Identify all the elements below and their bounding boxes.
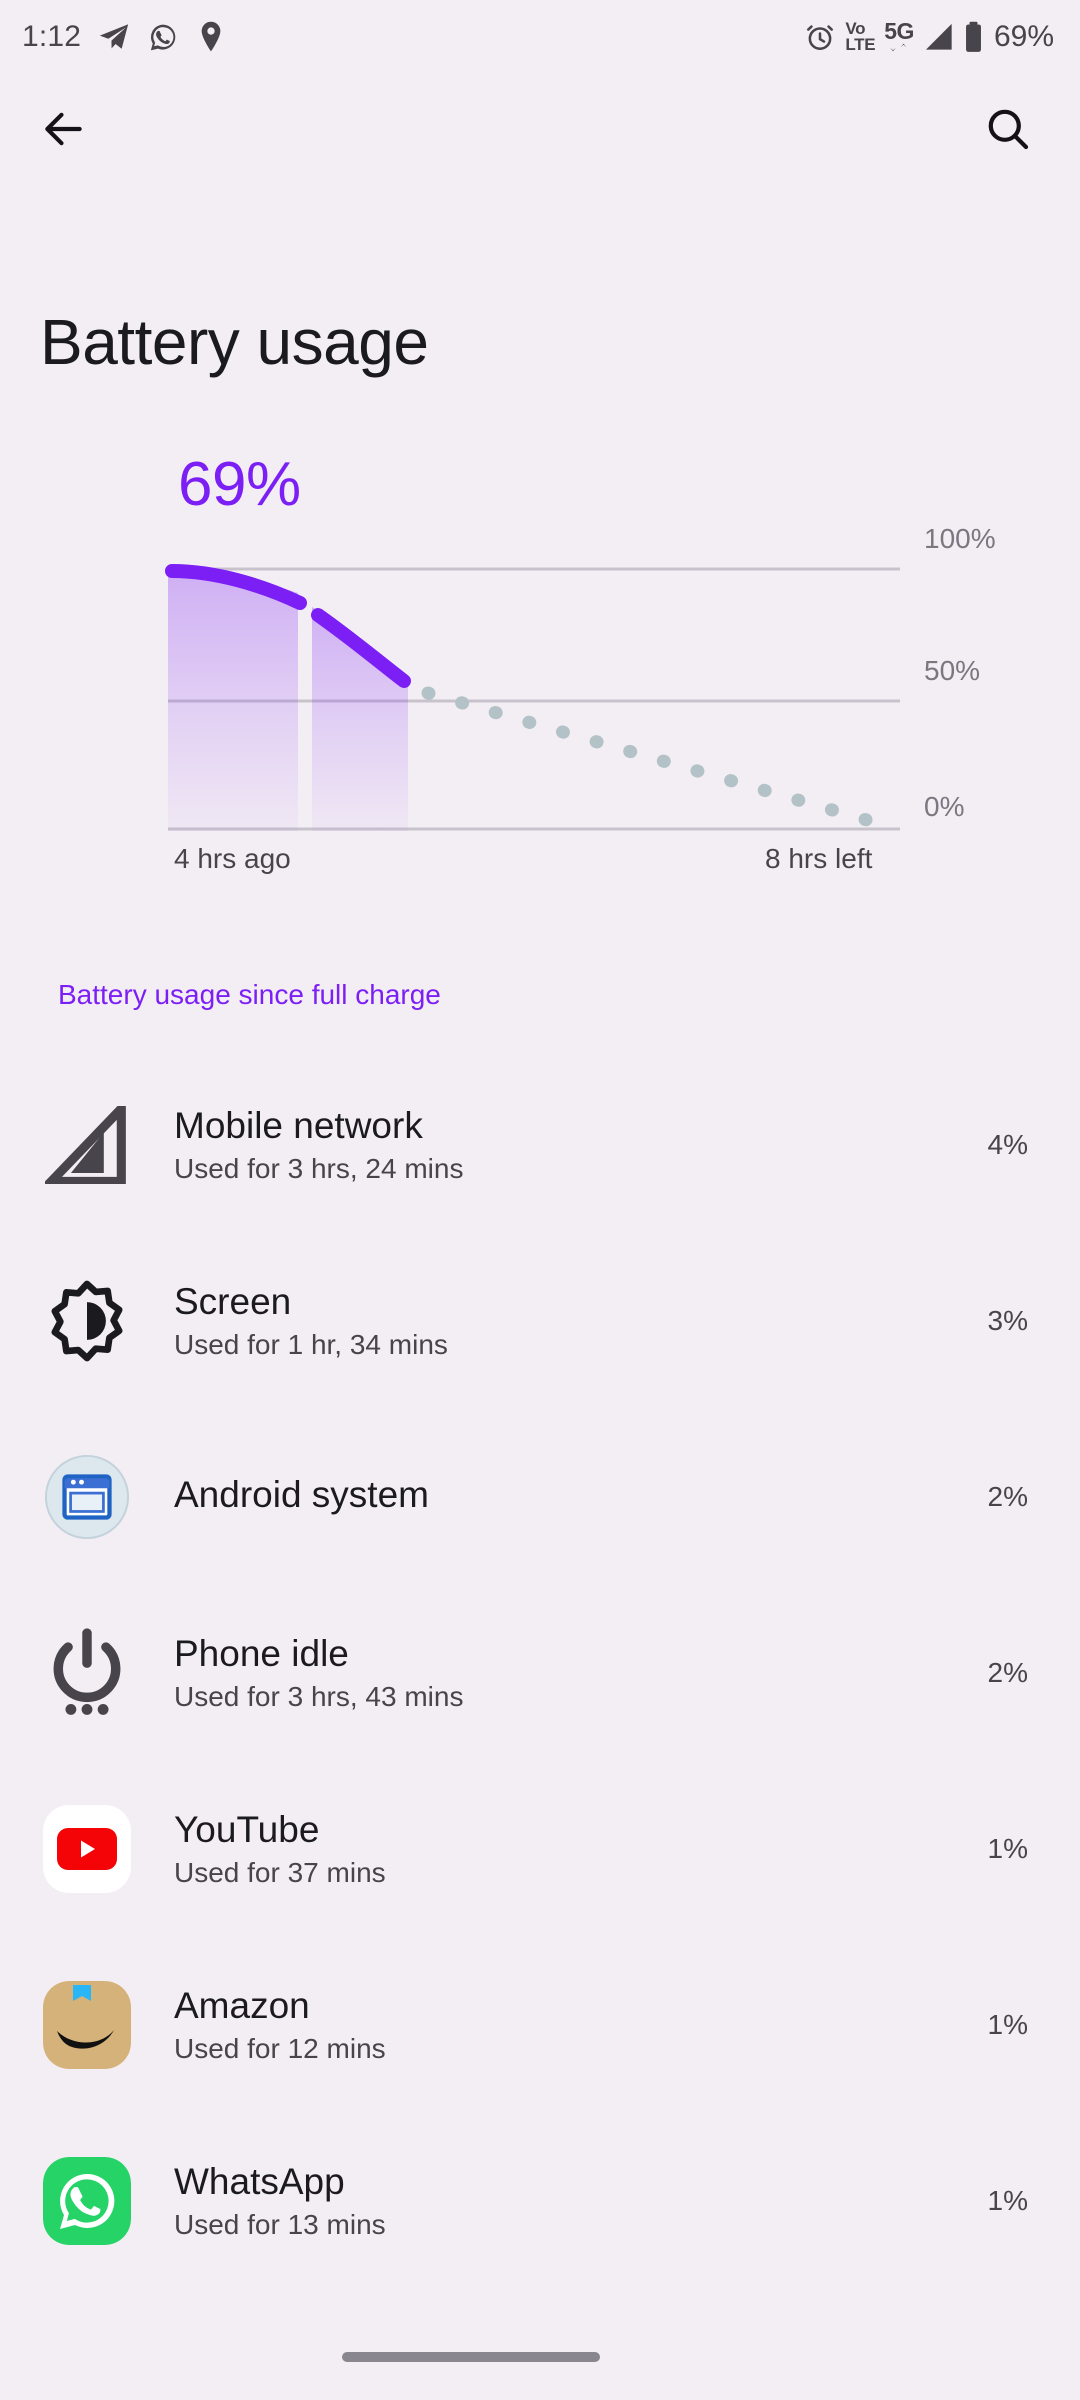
volte-icon: Vo LTE [845, 20, 876, 54]
battery-graph-svg [165, 564, 905, 832]
status-bar: 1:12 Vo LTE 5G 69% [0, 0, 1080, 74]
row-percent: 2% [987, 1657, 1028, 1689]
y-axis-label-50: 50% [924, 655, 981, 687]
row-title: Screen [174, 1280, 292, 1322]
whatsapp-icon [147, 21, 180, 54]
row-text: WhatsApp Used for 13 mins [174, 2161, 988, 2242]
usage-fill-segment-1 [168, 573, 298, 832]
table-row[interactable]: WhatsApp Used for 13 mins 1% [0, 2113, 1080, 2289]
x-axis-label-start: 4 hrs ago [174, 843, 291, 875]
row-text: Screen Used for 1 hr, 34 mins [174, 1281, 988, 1362]
power-idle-icon [45, 1627, 129, 1719]
row-text: Mobile network Used for 3 hrs, 24 mins [174, 1105, 988, 1186]
status-bar-left: 1:12 [22, 20, 226, 54]
android-system-icon [44, 1454, 130, 1540]
back-arrow-icon [39, 104, 89, 154]
row-text: Phone idle Used for 3 hrs, 43 mins [174, 1633, 988, 1714]
table-row[interactable]: Screen Used for 1 hr, 34 mins 3% [0, 1233, 1080, 1409]
row-title: WhatsApp [174, 2160, 345, 2202]
row-subtitle: Used for 37 mins [174, 1856, 386, 1888]
battery-percent-label: 69% [993, 20, 1054, 53]
row-title: Android system [174, 1473, 429, 1515]
y-axis-label-100: 100% [924, 523, 996, 555]
telegram-icon [97, 20, 131, 54]
status-bar-clock: 1:12 [22, 20, 82, 53]
5g-icon: 5G [884, 18, 914, 53]
whatsapp-icon [43, 2157, 131, 2246]
row-subtitle: Used for 1 hr, 34 mins [174, 1328, 448, 1360]
network-type-label: 5G [884, 18, 914, 45]
row-text: YouTube Used for 37 mins [174, 1809, 988, 1890]
row-subtitle: Used for 13 mins [174, 2208, 386, 2240]
row-icon-container [0, 1454, 174, 1540]
row-percent: 2% [987, 1481, 1028, 1513]
row-subtitle: Used for 3 hrs, 24 mins [174, 1152, 464, 1184]
table-row[interactable]: Phone idle Used for 3 hrs, 43 mins 2% [0, 1585, 1080, 1761]
x-axis-label-end: 8 hrs left [765, 843, 873, 875]
alarm-icon [804, 21, 836, 53]
youtube-icon [43, 1805, 131, 1894]
battery-graph: 100% 50% 0% [0, 523, 1080, 832]
row-percent: 3% [987, 1305, 1028, 1337]
current-battery-level: 69% [178, 450, 301, 519]
table-row[interactable]: Amazon Used for 12 mins 1% [0, 1937, 1080, 2113]
status-bar-right: Vo LTE 5G 69% [804, 20, 1054, 54]
table-row[interactable]: Android system 2% [0, 1409, 1080, 1585]
row-subtitle: Used for 3 hrs, 43 mins [174, 1680, 464, 1712]
row-title: Amazon [174, 1984, 310, 2026]
y-axis-labels: 100% 50% 0% [924, 523, 1054, 822]
page-title: Battery usage [40, 306, 429, 378]
projected-level-dotted-line [421, 686, 905, 832]
row-icon-container [0, 1279, 174, 1363]
row-text: Android system [174, 1474, 988, 1521]
x-axis-labels: 4 hrs ago 8 hrs left [0, 843, 1080, 887]
search-icon [984, 105, 1032, 153]
row-percent: 4% [987, 1129, 1028, 1161]
row-title: Phone idle [174, 1632, 349, 1674]
battery-usage-list: Mobile network Used for 3 hrs, 24 mins 4… [0, 1057, 1080, 2289]
row-percent: 1% [987, 1833, 1028, 1865]
action-bar [0, 74, 1080, 184]
table-row[interactable]: YouTube Used for 37 mins 1% [0, 1761, 1080, 1937]
row-title: Mobile network [174, 1104, 423, 1146]
signal-bars-icon [923, 22, 955, 52]
y-axis-label-0: 0% [924, 791, 965, 823]
navigation-gesture-bar[interactable] [342, 2352, 600, 2362]
screen-brightness-icon [45, 1279, 129, 1363]
row-title: YouTube [174, 1808, 320, 1850]
search-button[interactable] [970, 91, 1046, 167]
row-percent: 1% [987, 2185, 1028, 2217]
signal-bars-icon [45, 1106, 129, 1185]
amazon-icon [43, 1981, 131, 2070]
row-subtitle: Used for 12 mins [174, 2032, 386, 2064]
row-text: Amazon Used for 12 mins [174, 1985, 988, 2066]
table-row[interactable]: Mobile network Used for 3 hrs, 24 mins 4… [0, 1057, 1080, 1233]
row-icon-container [0, 1805, 174, 1894]
row-icon-container [0, 2157, 174, 2246]
row-icon-container [0, 1627, 174, 1719]
battery-icon [964, 21, 983, 53]
row-percent: 1% [987, 2009, 1028, 2041]
row-icon-container [0, 1106, 174, 1185]
usage-section-header: Battery usage since full charge [58, 979, 441, 1011]
battery-chart-block: 69% 100% 50% 0% 4 hrs ago 8 hrs left [0, 452, 1080, 887]
row-icon-container [0, 1981, 174, 2070]
back-button[interactable] [26, 91, 102, 167]
volte-bottom-label: LTE [845, 35, 876, 54]
location-pin-icon [196, 20, 226, 54]
